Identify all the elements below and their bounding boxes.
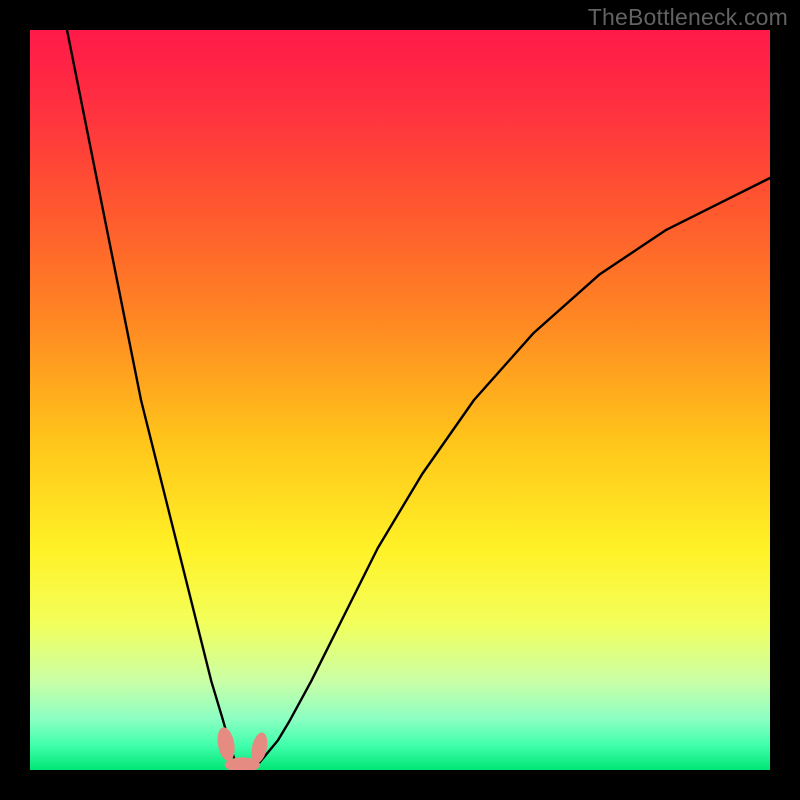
outer-frame: TheBottleneck.com	[0, 0, 800, 800]
plot-area	[30, 30, 770, 770]
chart-svg	[30, 30, 770, 770]
watermark-text: TheBottleneck.com	[588, 4, 788, 31]
